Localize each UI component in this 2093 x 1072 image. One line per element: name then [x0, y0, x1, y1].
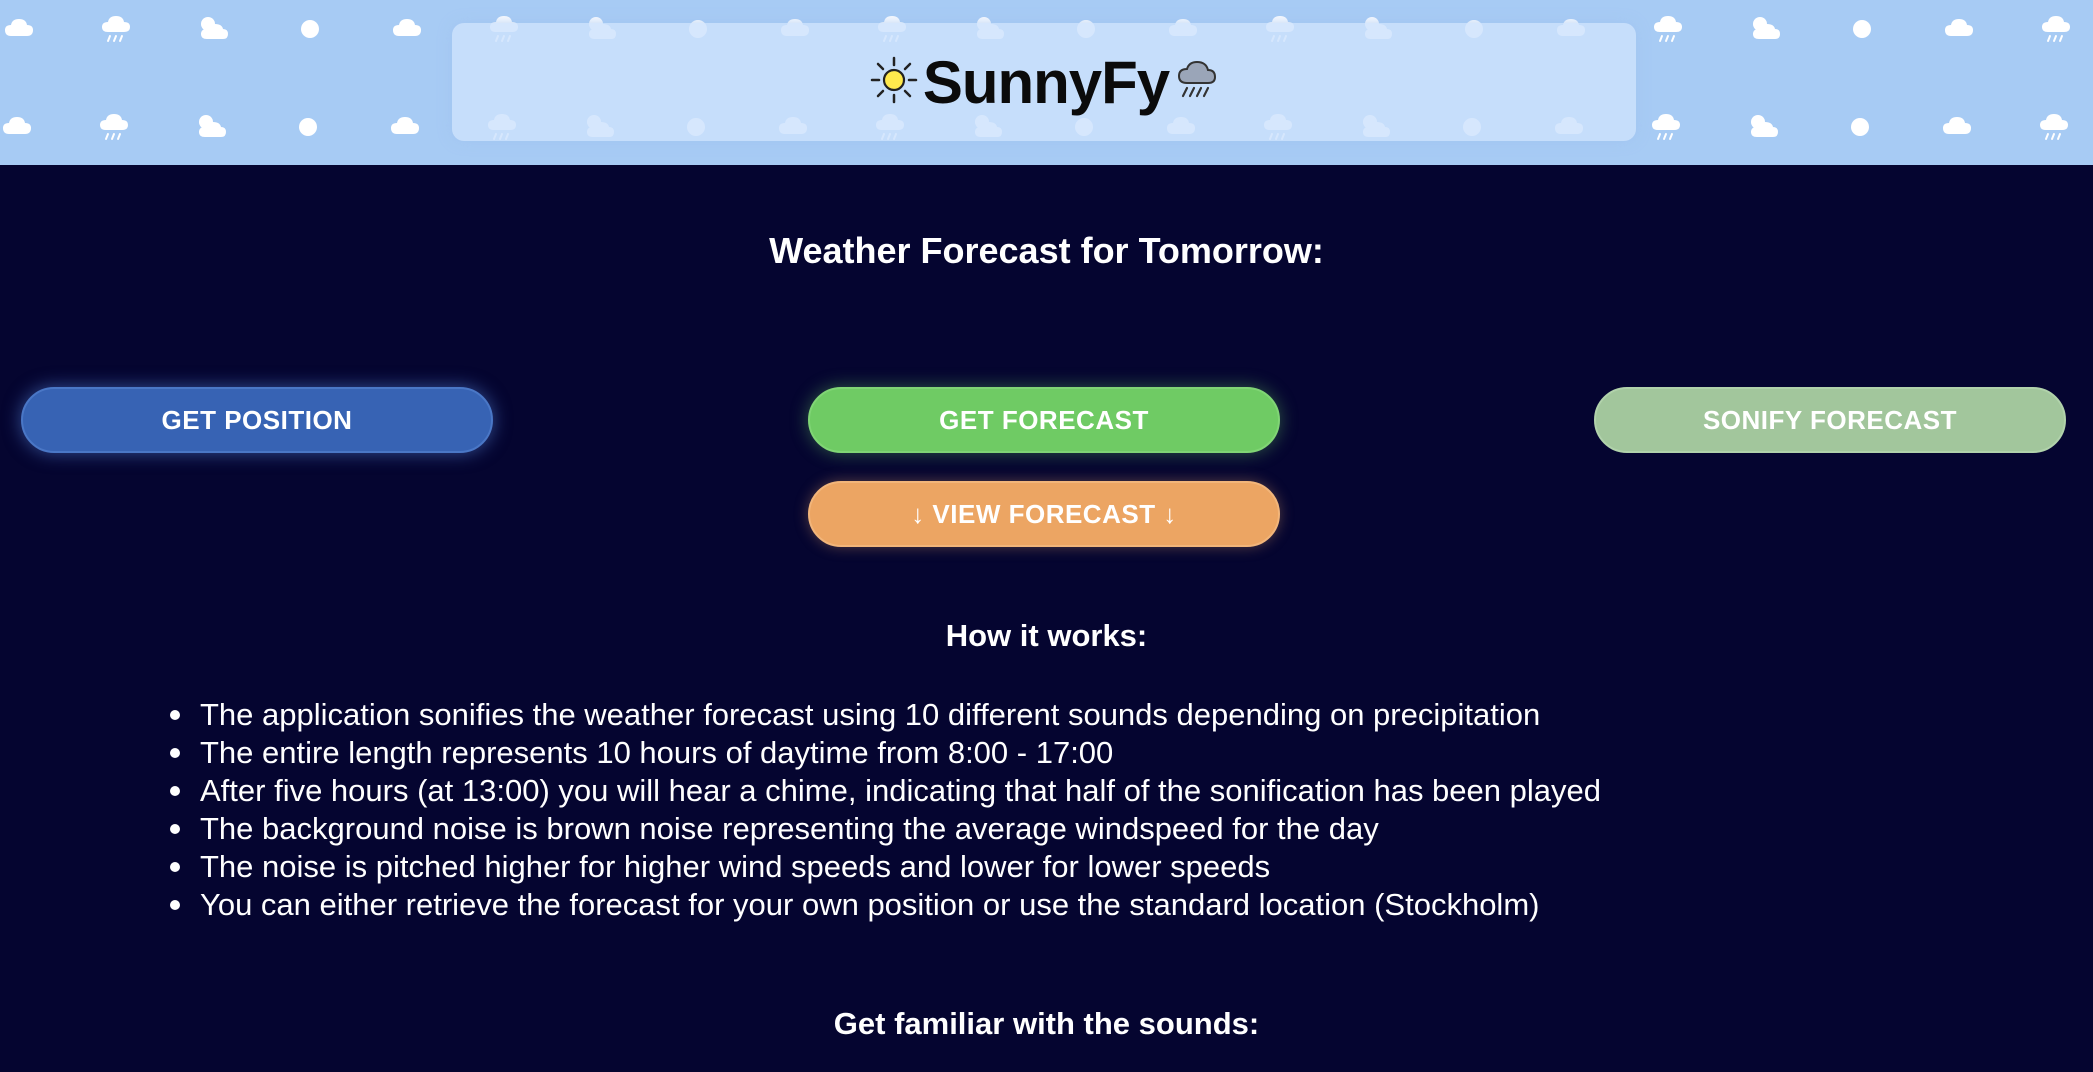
- cloud-icon: [390, 12, 424, 46]
- page-title: Weather Forecast for Tomorrow:: [769, 230, 1324, 271]
- how-it-works-heading: How it works:: [945, 618, 1148, 653]
- list-item: The application sonifies the weather for…: [170, 696, 1601, 734]
- cloud-icon: [1942, 12, 1976, 46]
- bullet-icon: [170, 862, 180, 872]
- sun-cloud-icon: [196, 12, 230, 46]
- app-title: SunnyFy: [922, 48, 1170, 116]
- list-item-text: The application sonifies the weather for…: [200, 697, 1541, 732]
- logo: SunnyFy: [869, 48, 1219, 117]
- header-banner: SunnyFy: [0, 0, 2093, 165]
- sun-icon: [869, 55, 919, 110]
- list-item-text: The entire length represents 10 hours of…: [200, 735, 1114, 770]
- sonify-forecast-button[interactable]: SONIFY FORECAST: [1594, 387, 2066, 453]
- rain-cloud-icon: [2039, 12, 2073, 46]
- bullet-icon: [170, 786, 180, 796]
- sun-icon: [293, 12, 327, 46]
- list-item: You can either retrieve the forecast for…: [170, 886, 1601, 924]
- list-item: The background noise is brown noise repr…: [170, 810, 1601, 848]
- rain-cloud-icon: [97, 110, 131, 144]
- logo-banner: SunnyFy: [452, 23, 1636, 141]
- rain-cloud-icon: [1651, 12, 1685, 46]
- view-forecast-button[interactable]: ↓ VIEW FORECAST ↓: [808, 481, 1280, 547]
- get-position-button[interactable]: GET POSITION: [21, 387, 493, 453]
- bullet-icon: [170, 824, 180, 834]
- get-forecast-button[interactable]: GET FORECAST: [808, 387, 1280, 453]
- list-item: After five hours (at 13:00) you will hea…: [170, 772, 1601, 810]
- bullet-icon: [170, 900, 180, 910]
- cloud-icon: [1940, 110, 1974, 144]
- cloud-icon: [0, 110, 34, 144]
- sun-cloud-icon: [1748, 12, 1782, 46]
- sun-icon: [1843, 110, 1877, 144]
- list-item-text: After five hours (at 13:00) you will hea…: [200, 773, 1601, 808]
- cloud-icon: [2, 12, 36, 46]
- sun-cloud-icon: [1746, 110, 1780, 144]
- how-it-works-list: The application sonifies the weather for…: [170, 696, 1601, 924]
- list-item-text: The background noise is brown noise repr…: [200, 811, 1379, 846]
- list-item: The entire length represents 10 hours of…: [170, 734, 1601, 772]
- bullet-icon: [170, 710, 180, 720]
- rain-cloud-icon: [1649, 110, 1683, 144]
- rain-cloud-icon: [1173, 57, 1219, 108]
- rain-cloud-icon: [99, 12, 133, 46]
- list-item-text: The noise is pitched higher for higher w…: [200, 849, 1271, 884]
- rain-cloud-icon: [2037, 110, 2071, 144]
- cloud-icon: [388, 110, 422, 144]
- sun-cloud-icon: [194, 110, 228, 144]
- sun-icon: [291, 110, 325, 144]
- list-item-text: You can either retrieve the forecast for…: [200, 887, 1540, 922]
- sun-icon: [1845, 12, 1879, 46]
- bullet-icon: [170, 748, 180, 758]
- sounds-heading: Get familiar with the sounds:: [833, 1006, 1260, 1041]
- list-item: The noise is pitched higher for higher w…: [170, 848, 1601, 886]
